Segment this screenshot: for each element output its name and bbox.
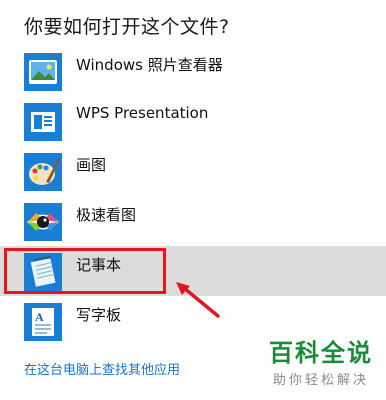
app-option-paint[interactable]: 画图: [0, 146, 386, 196]
wps-presentation-icon: [24, 103, 62, 141]
wordpad-icon: A: [24, 303, 62, 341]
watermark-subtitle: 助你轻松解决: [272, 373, 369, 388]
annotation-highlight-box: [4, 248, 166, 294]
annotation-arrow-icon: [176, 282, 220, 318]
app-label: Windows 照片查看器: [76, 56, 223, 74]
watermark-title: 百科全说: [269, 339, 373, 367]
photo-viewer-icon: [24, 53, 62, 91]
find-other-apps-link[interactable]: 在这台电脑上查找其他应用: [24, 359, 180, 378]
watermark: 百科全说 助你轻松解决: [262, 339, 380, 388]
eye-image-icon: [24, 203, 62, 241]
app-label: 画图: [76, 156, 107, 174]
dialog-title: 你要如何打开这个文件?: [24, 16, 230, 38]
app-label: WPS Presentation: [76, 104, 209, 122]
paint-palette-icon: [24, 153, 62, 191]
app-option-photo-viewer[interactable]: Windows 照片查看器: [0, 46, 386, 96]
app-label: 极速看图: [76, 206, 137, 224]
app-option-fast-viewer[interactable]: 极速看图: [0, 196, 386, 246]
svg-text:A: A: [35, 310, 44, 324]
app-label: 写字板: [76, 306, 122, 324]
app-option-wps-presentation[interactable]: WPS Presentation: [0, 96, 386, 146]
